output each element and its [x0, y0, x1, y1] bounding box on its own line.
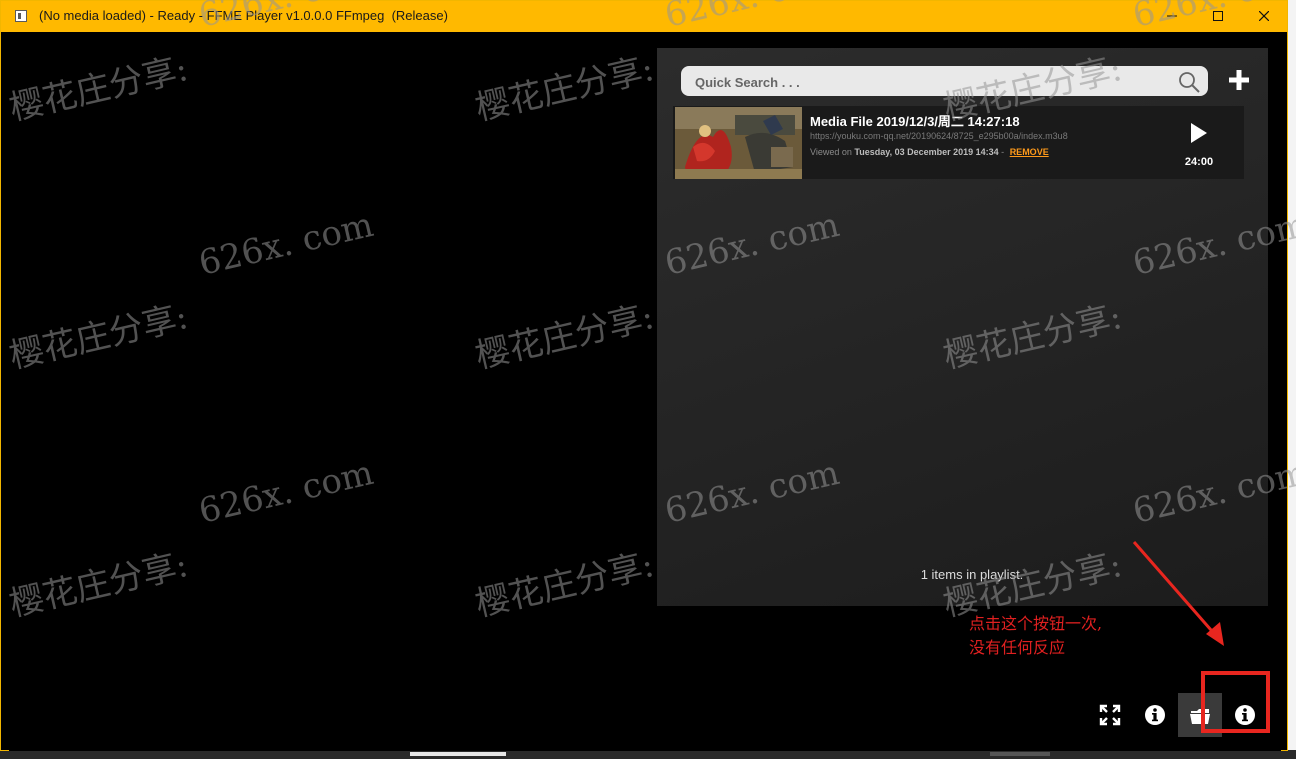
- remove-link[interactable]: REMOVE: [1010, 147, 1049, 157]
- maximize-button[interactable]: [1195, 1, 1241, 32]
- search-icon[interactable]: [1178, 71, 1200, 93]
- search-box: [681, 66, 1208, 98]
- fullscreen-icon: [1099, 704, 1121, 726]
- viewed-prefix: Viewed on: [810, 147, 852, 157]
- fullscreen-button[interactable]: [1088, 693, 1132, 737]
- title-bar[interactable]: (No media loaded) - Ready - FFME Player …: [1, 1, 1287, 32]
- media-duration: 24:00: [1184, 156, 1214, 168]
- info-button[interactable]: [1133, 693, 1177, 737]
- media-thumbnail: [675, 107, 802, 179]
- viewed-date: Tuesday, 03 December 2019 14:34: [854, 147, 999, 157]
- background-window: [1288, 0, 1296, 759]
- separator: -: [1001, 147, 1005, 157]
- info-icon: [1145, 705, 1165, 725]
- media-viewed-info: Viewed on Tuesday, 03 December 2019 14:3…: [810, 147, 1049, 157]
- media-url: https://youku.com-qq.net/20190624/8725_e…: [810, 131, 1068, 141]
- search-input[interactable]: [693, 66, 1167, 98]
- playlist-panel: Media File 2019/12/3/周二 14:27:18 https:/…: [657, 48, 1268, 606]
- close-icon: [1259, 11, 1269, 21]
- annotation-highlight-box: [1201, 671, 1270, 733]
- play-icon[interactable]: [1189, 122, 1209, 144]
- background-taskbar-strip: [0, 750, 1296, 759]
- annotation-line-1: 点击这个按钮一次,: [969, 614, 1103, 633]
- annotation-note: 点击这个按钮一次, 没有任何反应: [969, 612, 1169, 660]
- minimize-icon: [1167, 15, 1177, 17]
- window-title: (No media loaded) - Ready - FFME Player …: [39, 8, 448, 23]
- app-icon: [15, 10, 27, 22]
- maximize-icon: [1213, 11, 1223, 21]
- annotation-line-2: 没有任何反应: [969, 638, 1066, 657]
- add-icon[interactable]: [1227, 68, 1251, 92]
- close-button[interactable]: [1241, 1, 1287, 32]
- minimize-button[interactable]: [1149, 1, 1195, 32]
- playlist-item[interactable]: Media File 2019/12/3/周二 14:27:18 https:/…: [673, 106, 1244, 179]
- media-title: Media File 2019/12/3/周二 14:27:18: [810, 114, 1020, 129]
